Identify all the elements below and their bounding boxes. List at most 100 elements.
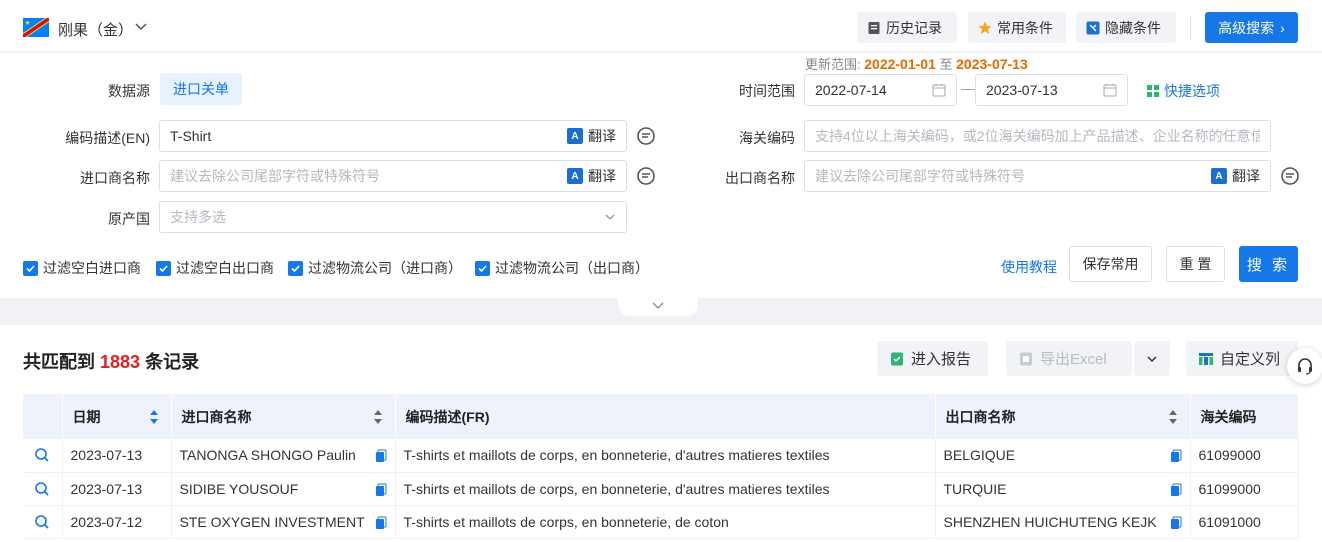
favorites-button[interactable]: 常用条件 [968, 12, 1066, 43]
time-range-label: 时间范围 [739, 83, 795, 99]
advanced-search-label: 高级搜索 [1218, 19, 1275, 36]
chevron-down-icon [605, 214, 615, 220]
cell-date: 2023-07-12 [62, 505, 172, 539]
search-icon[interactable] [34, 514, 50, 530]
drc-flag-icon [23, 18, 49, 37]
cell-date: 2023-07-13 [62, 472, 172, 506]
copy-icon[interactable] [375, 449, 387, 463]
advanced-search-button[interactable]: 高级搜索 › [1205, 12, 1298, 43]
filter-logistics-importer[interactable]: 过滤物流公司（进口商） [288, 258, 462, 278]
headset-icon [1298, 358, 1312, 375]
copy-icon[interactable] [1170, 483, 1182, 497]
col-hs-code: 海关编码 [1190, 394, 1299, 439]
filter-label: 过滤空白进口商 [43, 260, 141, 276]
code-desc-input[interactable]: T-Shirt A 翻译 [159, 120, 627, 152]
search-icon[interactable] [34, 447, 50, 463]
filter-blank-exporter[interactable]: 过滤空白出口商 [156, 258, 274, 278]
hs-code-input[interactable]: 支持4位以上海关编码，或2位海关编码加上产品描述、企业名称的任意信息 [804, 120, 1271, 152]
translate-label: 翻译 [1232, 168, 1260, 184]
col-date-label: 日期 [72, 408, 101, 425]
reset-button[interactable]: 重 置 [1166, 246, 1225, 282]
comment-icon[interactable] [636, 166, 656, 186]
save-common-button[interactable]: 保存常用 [1069, 246, 1152, 282]
translate-button[interactable]: A 翻译 [1211, 166, 1260, 186]
star-icon [978, 21, 992, 34]
origin-select[interactable]: 支持多选 [159, 201, 627, 233]
collapse-icon [1086, 21, 1100, 34]
col-desc: 编码描述(FR) [395, 394, 936, 439]
col-importer[interactable]: 进口商名称 [171, 394, 396, 439]
custom-columns-button[interactable]: 自定义列 [1186, 341, 1298, 376]
hs-code-label: 海关编码 [739, 130, 795, 146]
col-exporter-label: 出口商名称 [945, 408, 1016, 425]
cell-exporter: BELGIQUE [943, 447, 1016, 464]
comment-icon[interactable] [636, 126, 656, 146]
enter-report-label: 进入报告 [911, 351, 972, 368]
cell-importer: STE OXYGEN INVESTMENT [179, 513, 365, 530]
col-hs-code-label: 海关编码 [1200, 408, 1257, 425]
chevron-down-icon[interactable] [134, 19, 148, 33]
export-dropdown-button[interactable] [1134, 341, 1170, 376]
date-from-input[interactable]: 2022-07-14 [804, 74, 957, 106]
hide-conditions-button[interactable]: 隐藏条件 [1076, 12, 1176, 43]
date-to-input[interactable]: 2023-07-13 [975, 74, 1128, 106]
exporter-input[interactable]: 建议去除公司尾部字符或特殊符号 A 翻译 [804, 160, 1271, 192]
export-excel-label: 导出Excel [1040, 351, 1107, 368]
quick-options-label: 快捷选项 [1164, 83, 1220, 99]
history-label: 历史记录 [886, 19, 942, 36]
col-importer-label: 进口商名称 [181, 408, 252, 425]
country-selector[interactable]: 刚果（金） [58, 19, 133, 40]
table-row[interactable]: 2023-07-12 STE OXYGEN INVESTMENT T-shirt… [23, 505, 1299, 539]
translate-label: 翻译 [588, 128, 616, 144]
customer-support-button[interactable] [1287, 348, 1322, 384]
quick-options-link[interactable]: 快捷选项 [1146, 81, 1220, 101]
columns-icon [1199, 352, 1213, 365]
search-button[interactable]: 搜 索 [1239, 246, 1298, 282]
sort-icon[interactable] [149, 409, 159, 425]
translate-icon: A [1211, 168, 1227, 184]
update-range-label: 更新范围: [805, 57, 861, 72]
datasource-label: 数据源 [108, 83, 150, 99]
copy-icon[interactable] [375, 483, 387, 497]
filter-blank-importer[interactable]: 过滤空白进口商 [23, 258, 141, 278]
copy-icon[interactable] [1170, 516, 1182, 530]
copy-icon[interactable] [1170, 449, 1182, 463]
table-row[interactable]: 2023-07-13 TANONGA SHONGO Paulin T-shirt… [23, 439, 1299, 473]
date-to-value: 2023-07-13 [986, 82, 1058, 98]
filter-label: 过滤物流公司（进口商） [308, 260, 462, 276]
divider [1190, 15, 1191, 41]
history-button[interactable]: 历史记录 [857, 12, 957, 43]
tutorial-link[interactable]: 使用教程 [1001, 257, 1057, 277]
filter-logistics-exporter[interactable]: 过滤物流公司（出口商） [475, 258, 649, 278]
hide-conditions-label: 隐藏条件 [1105, 19, 1161, 36]
copy-icon[interactable] [375, 516, 387, 530]
search-icon[interactable] [34, 481, 50, 497]
collapse-toggle[interactable] [618, 296, 698, 316]
checkbox-checked-icon [288, 260, 303, 276]
cell-desc: T-shirts et maillots de corps, en bonnet… [395, 472, 936, 506]
datasource-tag[interactable]: 进口关单 [160, 73, 242, 105]
translate-button[interactable]: A 翻译 [567, 166, 616, 186]
table-row[interactable]: 2023-07-13 SIDIBE YOUSOUF T-shirts et ma… [23, 472, 1299, 506]
update-to: 至 [939, 57, 953, 72]
importer-input[interactable]: 建议去除公司尾部字符或特殊符号 A 翻译 [159, 160, 627, 192]
export-excel-button[interactable]: 导出Excel [1006, 341, 1132, 376]
comment-icon[interactable] [1280, 166, 1300, 186]
cell-importer: SIDIBE YOUSOUF [179, 480, 299, 497]
chevron-down-icon [1147, 355, 1157, 362]
enter-report-button[interactable]: 进入报告 [877, 341, 988, 376]
sort-icon[interactable] [1168, 409, 1178, 425]
history-icon [868, 21, 880, 34]
col-exporter[interactable]: 出口商名称 [935, 394, 1191, 439]
custom-columns-label: 自定义列 [1220, 351, 1281, 368]
translate-icon: A [567, 168, 583, 184]
col-date[interactable]: 日期 [62, 394, 172, 439]
report-icon [891, 352, 903, 365]
update-start: 2022-01-01 [864, 56, 936, 72]
cell-importer: TANONGA SHONGO Paulin [179, 447, 356, 464]
col-action [23, 394, 63, 439]
translate-button[interactable]: A 翻译 [567, 126, 616, 146]
translate-icon: A [567, 128, 583, 144]
code-desc-label: 编码描述(EN) [65, 130, 150, 146]
sort-icon[interactable] [373, 409, 383, 425]
